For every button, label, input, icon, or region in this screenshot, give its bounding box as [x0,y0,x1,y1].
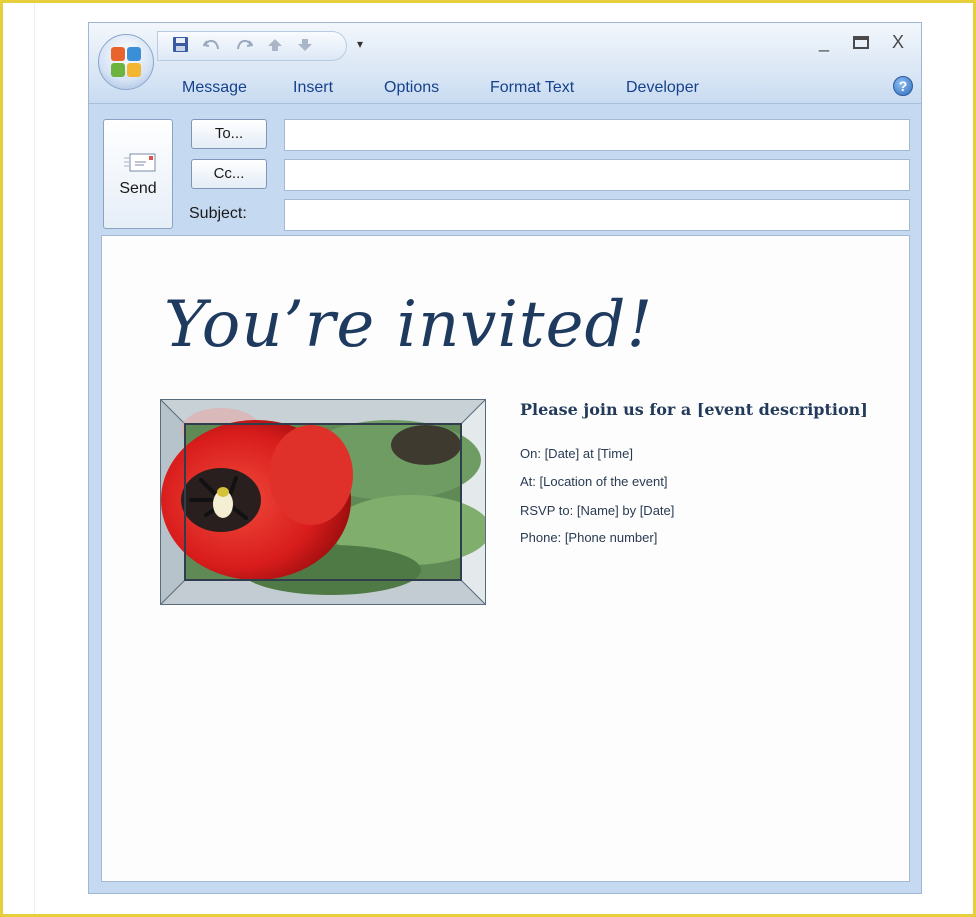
tulip-photo [160,399,491,605]
to-field[interactable] [284,119,910,151]
detail-phone: Phone: [Phone number] [520,530,658,545]
minimize-icon[interactable]: _ [819,33,829,51]
close-icon[interactable]: X [892,33,904,51]
page-guide-line [34,3,35,914]
tab-format-text[interactable]: Format Text [490,79,574,97]
detail-rsvp: RSVP to: [Name] by [Date] [520,503,675,518]
cc-button[interactable]: Cc... [191,159,267,189]
maximize-icon[interactable] [853,35,869,53]
detail-location: At: [Location of the event] [520,474,668,489]
tab-options[interactable]: Options [384,79,439,97]
office-logo-icon [111,47,141,77]
arrow-down-icon[interactable] [297,38,313,55]
subject-field[interactable] [284,199,910,231]
redo-icon[interactable] [235,37,254,56]
message-body[interactable]: You’re invited! Please join us for a [ev… [101,235,910,882]
send-button[interactable]: Send [103,119,173,229]
detail-date: On: [Date] at [Time] [520,446,633,461]
quick-access-toolbar [157,31,347,61]
tab-insert[interactable]: Insert [293,79,333,97]
arrow-up-icon[interactable] [267,38,283,55]
send-label: Send [119,180,157,197]
help-icon[interactable]: ? [893,76,913,96]
tab-developer[interactable]: Developer [626,79,699,97]
tab-message[interactable]: Message [182,79,247,97]
title-bar: ▾ _ X [89,23,921,69]
save-icon[interactable] [172,36,189,56]
undo-icon[interactable] [202,37,221,56]
subject-label: Subject: [189,205,247,222]
invitation-headline: You’re invited! [164,288,654,362]
cc-field[interactable] [284,159,910,191]
customize-toolbar-icon[interactable]: ▾ [357,37,363,51]
ribbon-tabs: Message Insert Options Format Text Devel… [89,69,921,104]
office-button[interactable] [98,34,154,90]
to-button[interactable]: To... [191,119,267,149]
message-window: ▾ _ X Message Insert Options Format Text… [88,22,922,894]
event-title: Please join us for a [event description] [520,400,868,419]
send-envelope-icon [124,153,156,172]
